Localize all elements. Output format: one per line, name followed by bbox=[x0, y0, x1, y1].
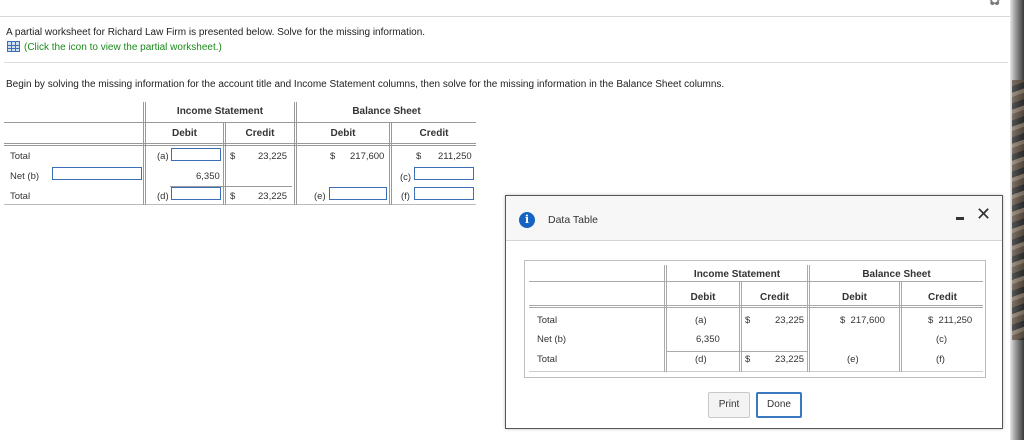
info-icon: i bbox=[519, 212, 535, 228]
answer-input-b[interactable] bbox=[52, 167, 142, 180]
cell-value: 23,225 bbox=[775, 354, 805, 365]
col-header: Credit bbox=[245, 128, 275, 139]
col-rule bbox=[296, 102, 297, 205]
row-letter: (c) bbox=[400, 172, 412, 183]
col-rule bbox=[809, 265, 810, 372]
row-label: Total bbox=[537, 315, 558, 326]
row-label: Total bbox=[537, 354, 558, 365]
income-statement-header: Income Statement bbox=[693, 269, 781, 280]
answer-input-c[interactable] bbox=[414, 167, 474, 180]
header-rule bbox=[4, 143, 476, 144]
col-header: Debit bbox=[690, 292, 716, 303]
answer-input-f[interactable] bbox=[414, 187, 474, 200]
col-rule bbox=[739, 281, 740, 372]
cell-value: $ 211,250 bbox=[928, 315, 973, 326]
bottom-rule bbox=[529, 371, 983, 372]
header-rule bbox=[529, 281, 983, 282]
question-intro: A partial worksheet for Richard Law Firm… bbox=[6, 27, 426, 38]
dollar-sign: $ bbox=[416, 151, 422, 162]
section-divider bbox=[4, 62, 1008, 63]
header-rule bbox=[4, 122, 476, 123]
cell-value: 23,225 bbox=[258, 151, 288, 162]
print-button[interactable]: Print bbox=[708, 392, 750, 418]
cell-value: 211,250 bbox=[438, 151, 472, 162]
row-label: Net (b) bbox=[10, 171, 40, 182]
cell-value: (d) bbox=[695, 354, 707, 365]
col-rule bbox=[294, 102, 295, 205]
income-statement-header: Income Statement bbox=[176, 106, 264, 117]
row-letter: (d) bbox=[157, 191, 169, 202]
cell-value: 217,600 bbox=[350, 151, 385, 162]
col-rule bbox=[143, 102, 144, 205]
dollar-sign: $ bbox=[230, 191, 236, 202]
answer-input-e[interactable] bbox=[329, 187, 387, 200]
data-table-dialog: i Data Table ✕ Income Statement Balance … bbox=[505, 195, 1003, 429]
row-letter: (a) bbox=[157, 151, 169, 162]
dollar-sign: $ bbox=[745, 315, 751, 326]
row-letter: (e) bbox=[314, 191, 326, 202]
row-label: Total bbox=[10, 191, 31, 202]
dollar-sign: $ bbox=[745, 354, 751, 365]
bottom-rule bbox=[4, 204, 476, 205]
col-rule bbox=[223, 122, 224, 205]
cell-value: 6,350 bbox=[696, 334, 720, 345]
col-rule bbox=[666, 265, 667, 372]
gear-icon[interactable]: ✿ bbox=[988, 0, 1004, 9]
header-rule bbox=[529, 305, 983, 306]
row-label: Total bbox=[10, 151, 31, 162]
top-divider bbox=[0, 16, 1010, 17]
col-header: Credit bbox=[419, 128, 449, 139]
answer-input-a[interactable] bbox=[171, 148, 221, 161]
cell-value: (a) bbox=[695, 315, 707, 326]
balance-sheet-header: Balance Sheet bbox=[862, 269, 931, 280]
balance-sheet-header: Balance Sheet bbox=[352, 106, 421, 117]
col-rule bbox=[145, 102, 146, 205]
header-rule bbox=[529, 307, 983, 308]
row-letter: (f) bbox=[401, 191, 410, 202]
dialog-title: Data Table bbox=[548, 214, 599, 226]
cell-value: (f) bbox=[936, 354, 945, 365]
data-table: Income Statement Balance Sheet Debit Cre… bbox=[524, 260, 986, 378]
col-rule bbox=[664, 265, 665, 372]
cell-value: 23,225 bbox=[258, 191, 288, 202]
cell-value: $ 217,600 bbox=[840, 315, 885, 326]
background-edge-texture bbox=[1012, 80, 1024, 340]
cell-value: 6,350 bbox=[196, 171, 220, 182]
table-icon[interactable] bbox=[7, 41, 20, 52]
view-worksheet-link[interactable]: (Click the icon to view the partial work… bbox=[24, 42, 222, 53]
col-rule bbox=[389, 122, 390, 205]
answer-input-d[interactable] bbox=[171, 187, 221, 200]
minimize-icon[interactable] bbox=[956, 217, 964, 220]
col-header: Debit bbox=[330, 128, 356, 139]
cell-value: (e) bbox=[847, 354, 859, 365]
cell-value: 23,225 bbox=[775, 315, 805, 326]
col-header: Credit bbox=[928, 292, 957, 303]
col-rule bbox=[807, 265, 808, 372]
close-icon[interactable]: ✕ bbox=[976, 204, 991, 224]
cell-value: (c) bbox=[936, 334, 948, 345]
col-header: Debit bbox=[842, 292, 867, 303]
row-label: Net (b) bbox=[537, 334, 567, 345]
col-header: Credit bbox=[760, 292, 789, 303]
col-rule bbox=[899, 281, 900, 372]
question-instruction: Begin by solving the missing information… bbox=[6, 79, 725, 90]
done-button[interactable]: Done bbox=[756, 392, 802, 418]
header-rule bbox=[4, 145, 476, 146]
dollar-sign: $ bbox=[330, 151, 336, 162]
dialog-header: i Data Table ✕ bbox=[506, 196, 1002, 241]
total-rule bbox=[666, 351, 808, 352]
col-header: Debit bbox=[172, 128, 197, 139]
dollar-sign: $ bbox=[230, 151, 236, 162]
